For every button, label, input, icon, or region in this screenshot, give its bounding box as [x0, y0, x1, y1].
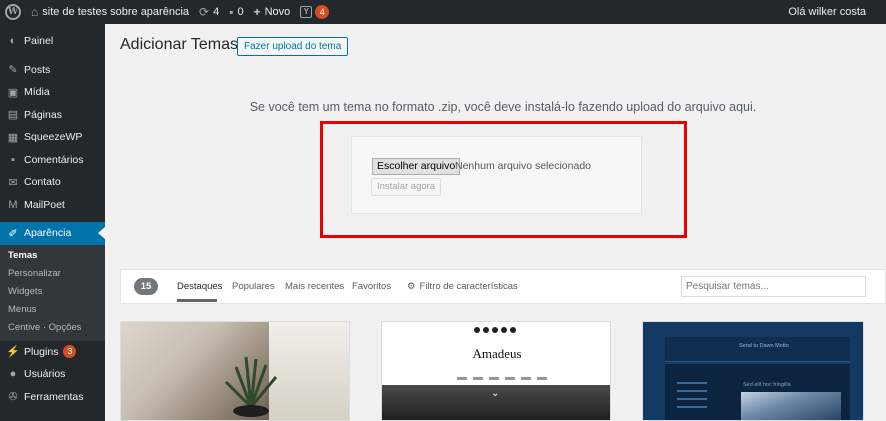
- pin-icon: ✎: [8, 64, 18, 77]
- chevron-down-icon: ⌄: [491, 388, 500, 399]
- brush-icon: ✐: [8, 227, 18, 240]
- squeeze-icon: ▦: [7, 131, 19, 144]
- install-now-button[interactable]: Instalar agora: [371, 178, 442, 196]
- sidebar-item-label: Posts: [24, 63, 51, 76]
- sidebar-item-comentarios[interactable]: ▪ Comentários: [0, 149, 105, 172]
- theme-card[interactable]: Amadeus ⌄: [381, 321, 611, 421]
- sidebar-item-ferramentas[interactable]: ✇ Ferramentas: [0, 386, 105, 409]
- tab-destaques[interactable]: Destaques: [177, 281, 222, 292]
- theme-card[interactable]: [120, 321, 350, 421]
- theme-card[interactable]: Send to Dawn Motto Sed elit hoc fringill…: [642, 321, 864, 421]
- theme-preview-header: [665, 337, 850, 362]
- upload-instructions: Se você tem um tema no formato .zip, voc…: [249, 100, 757, 114]
- sidebar-item-plugins[interactable]: ⚡ Plugins 3: [0, 341, 105, 364]
- dashboard-icon: ◐: [9, 35, 17, 48]
- users-icon: ●: [9, 368, 17, 381]
- theme-brand-title: Amadeus: [472, 346, 522, 361]
- new-label: Novo: [264, 6, 291, 18]
- search-themes-input[interactable]: [681, 276, 866, 297]
- home-icon: ⌂: [31, 5, 39, 19]
- account-link[interactable]: Olá wilker costa: [783, 0, 886, 24]
- mail-icon: ✉: [8, 176, 18, 189]
- sidebar-item-label: Usuários: [24, 368, 66, 381]
- tab-favoritos[interactable]: Favoritos: [352, 281, 391, 292]
- sidebar-item-mailpoet[interactable]: M MailPoet: [0, 194, 105, 217]
- media-icon: ▣: [7, 86, 19, 99]
- social-icons: [474, 327, 516, 333]
- upload-theme-button[interactable]: Fazer upload do tema: [237, 37, 349, 56]
- sidebar-item-label: Plugins: [24, 345, 59, 358]
- admin-bar: W ⌂ site de testes sobre aparência ⟳ 4 ▪…: [0, 0, 886, 24]
- plant-image: [224, 356, 278, 417]
- gear-icon: ⚙: [407, 281, 416, 292]
- comments-link[interactable]: ▪ 0: [224, 0, 248, 24]
- sidebar-item-label: Contato: [24, 176, 61, 189]
- plugins-badge: 3: [63, 345, 77, 359]
- submenu-temas[interactable]: Temas: [0, 247, 105, 265]
- comment-icon: ▪: [229, 5, 234, 19]
- feature-filter-link[interactable]: ⚙ Filtro de características: [407, 281, 518, 292]
- sidebar-item-label: Ferramentas: [24, 390, 84, 403]
- wordpress-logo-icon[interactable]: W: [0, 0, 26, 24]
- admin-sidebar: ◐ Painel ✎ Posts ▣ Mídia ▤ Páginas ▦ Squ…: [0, 24, 105, 421]
- sidebar-item-label: Painel: [24, 35, 54, 48]
- sidebar-item-label: Páginas: [24, 108, 62, 121]
- sidebar-item-aparencia[interactable]: ✐ Aparência: [0, 222, 105, 245]
- no-file-label: Nenhum arquivo selecionado: [455, 160, 592, 172]
- plus-icon: +: [253, 5, 261, 19]
- updates-count: 4: [213, 6, 220, 18]
- submenu-personalizar[interactable]: Personalizar: [0, 265, 105, 283]
- appearance-submenu: Temas Personalizar Widgets Menus Centive…: [0, 244, 105, 341]
- yoast-link[interactable]: Y 4: [295, 0, 334, 24]
- submenu-menus[interactable]: Menus: [0, 301, 105, 319]
- sidebar-item-usuarios[interactable]: ● Usuários: [0, 363, 105, 386]
- sidebar-item-squeezewp[interactable]: ▦ SqueezeWP: [0, 126, 105, 149]
- submenu-centive-opcoes[interactable]: Centive · Opções: [0, 319, 105, 337]
- site-name-link[interactable]: ⌂ site de testes sobre aparência: [26, 0, 194, 24]
- page-title: Adicionar Temas: [120, 36, 238, 53]
- theme-preview-nav: [457, 377, 547, 380]
- tab-mais-recentes[interactable]: Mais recentes: [285, 281, 344, 292]
- mailpoet-icon: M: [8, 198, 18, 211]
- yoast-icon: Y: [300, 6, 313, 18]
- greeting: Olá wilker costa: [788, 6, 866, 18]
- sidebar-item-label: Comentários: [24, 153, 84, 166]
- yoast-badge: 4: [315, 5, 330, 19]
- updates-link[interactable]: ⟳ 4: [194, 0, 224, 24]
- sidebar-item-contato[interactable]: ✉ Contato: [0, 171, 105, 194]
- feature-filter-label: Filtro de características: [419, 281, 518, 292]
- comment-icon: ▪: [11, 153, 15, 166]
- theme-preview-sidebar: [677, 382, 707, 414]
- sidebar-item-label: Aparência: [24, 227, 72, 240]
- choose-file-button[interactable]: Escolher arquivo: [372, 158, 461, 175]
- sidebar-item-posts[interactable]: ✎ Posts: [0, 59, 105, 82]
- theme-count-badge: 15: [134, 278, 158, 295]
- active-tab-indicator: [177, 299, 217, 302]
- tab-populares[interactable]: Populares: [232, 281, 275, 292]
- tools-icon: ✇: [8, 391, 18, 404]
- theme-preview-subtext: Sed elit hoc fringilla: [743, 382, 791, 388]
- sidebar-item-midia[interactable]: ▣ Mídia: [0, 81, 105, 104]
- site-name: site de testes sobre aparência: [42, 6, 190, 18]
- new-content-link[interactable]: + Novo: [249, 0, 296, 24]
- sidebar-item-label: MailPoet: [24, 198, 65, 211]
- comments-count: 0: [237, 6, 244, 18]
- updates-icon: ⟳: [199, 5, 210, 19]
- plugin-icon: ⚡: [6, 346, 20, 359]
- pages-icon: ▤: [7, 109, 19, 122]
- mountain-image: [741, 392, 841, 420]
- sidebar-item-label: Mídia: [24, 86, 50, 99]
- submenu-widgets[interactable]: Widgets: [0, 283, 105, 301]
- theme-preview-header-text: Send to Dawn Motto: [739, 343, 789, 349]
- sidebar-item-paginas[interactable]: ▤ Páginas: [0, 104, 105, 127]
- sidebar-item-painel[interactable]: ◐ Painel: [0, 30, 105, 53]
- sidebar-item-label: SqueezeWP: [24, 131, 83, 144]
